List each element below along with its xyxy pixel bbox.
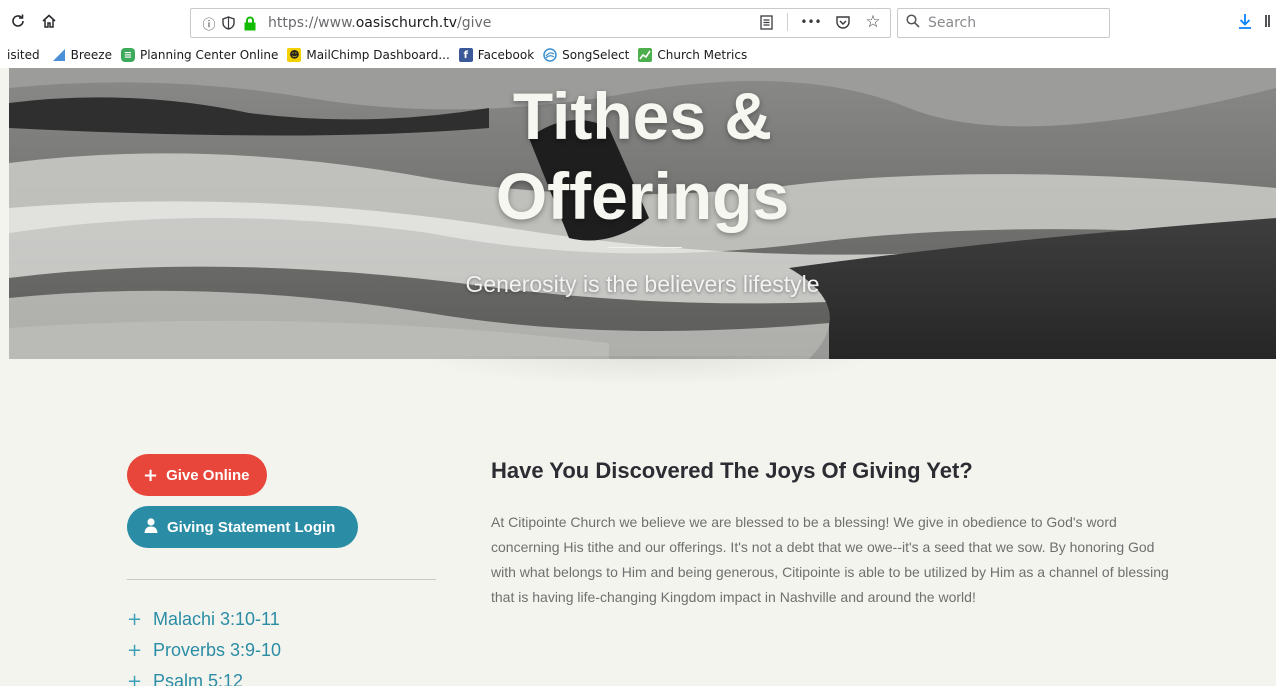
search-icon — [906, 14, 920, 32]
bookmark-church-metrics[interactable]: Church Metrics — [638, 48, 747, 62]
verse-item-proverbs[interactable]: + Proverbs 3:9-10 — [127, 635, 281, 666]
giving-statement-login-label: Giving Statement Login — [167, 518, 336, 536]
breeze-icon — [52, 48, 66, 62]
bookmark-label: isited — [7, 48, 40, 62]
hero-title-line-1: Tithes & — [512, 79, 773, 153]
downloads-icon[interactable] — [1233, 9, 1257, 33]
tracking-shield-icon[interactable] — [219, 14, 237, 32]
hero-title-line-2: Offerings — [495, 159, 790, 233]
giving-description: At Citipointe Church we believe we are b… — [491, 514, 1169, 605]
plus-icon: + — [143, 464, 159, 486]
bookmark-breeze[interactable]: Breeze — [52, 48, 112, 62]
reload-icon[interactable] — [6, 9, 30, 33]
mailchimp-icon: ☻ — [287, 48, 302, 62]
bookmark-label: MailChimp Dashboard... — [306, 48, 450, 62]
bookmark-facebook[interactable]: f Facebook — [458, 48, 535, 62]
give-online-button[interactable]: + Give Online — [127, 454, 267, 496]
search-input[interactable] — [928, 12, 1103, 34]
bookmark-label: Breeze — [70, 48, 112, 62]
url-text[interactable]: https://www.oasischurch.tv/give — [268, 15, 491, 31]
verse-label: Malachi 3:10-11 — [153, 609, 280, 629]
expand-plus-icon: + — [127, 609, 143, 630]
verse-list: + Malachi 3:10-11 + Proverbs 3:9-10 + Ps… — [127, 604, 281, 686]
bookmark-mailchimp[interactable]: ☻ MailChimp Dashboard... — [287, 48, 450, 62]
browser-toolbar: ⓘ https://www.oasischurch.tv/give ••• ☆ — [0, 0, 1276, 42]
church-metrics-icon — [638, 48, 653, 62]
page-actions-icon[interactable]: ••• — [800, 13, 822, 31]
expand-plus-icon: + — [127, 671, 143, 686]
bookmark-planning-center[interactable]: ≡ Planning Center Online — [120, 48, 279, 62]
bookmark-most-visited[interactable]: isited — [7, 48, 40, 62]
give-online-label: Give Online — [166, 466, 250, 484]
verse-item-psalm[interactable]: + Psalm 5:12 — [127, 666, 281, 686]
songselect-icon — [543, 48, 557, 62]
bookmark-songselect[interactable]: SongSelect — [543, 48, 629, 62]
info-icon[interactable]: ⓘ — [200, 14, 218, 33]
library-icon[interactable] — [1262, 9, 1276, 33]
verse-item-malachi[interactable]: + Malachi 3:10-11 — [127, 604, 281, 635]
reader-view-icon[interactable] — [757, 13, 775, 31]
bookmark-label: SongSelect — [562, 48, 630, 62]
facebook-icon: f — [458, 48, 473, 62]
verse-label: Proverbs 3:9-10 — [153, 640, 282, 660]
giving-statement-login-button[interactable]: Giving Statement Login — [127, 506, 358, 548]
bookmark-label: Planning Center Online — [139, 48, 279, 62]
sidebar-divider — [127, 579, 436, 580]
bookmark-label: Church Metrics — [657, 48, 748, 62]
lock-icon[interactable] — [241, 14, 259, 32]
verse-label: Psalm 5:12 — [153, 671, 244, 686]
planning-center-icon: ≡ — [120, 48, 135, 62]
user-icon — [143, 517, 159, 538]
url-bar[interactable]: ⓘ https://www.oasischurch.tv/give ••• ☆ — [190, 8, 891, 38]
bookmark-star-icon[interactable]: ☆ — [864, 12, 882, 32]
hero-divider — [608, 247, 682, 248]
bookmarks-bar: isited Breeze ≡ Planning Center Online ☻… — [0, 42, 1276, 68]
url-separator — [787, 13, 788, 31]
pocket-icon[interactable] — [834, 13, 852, 31]
search-bar[interactable] — [897, 8, 1110, 38]
hero-banner: Tithes & Offerings Generosity is the bel… — [9, 68, 1276, 359]
home-icon[interactable] — [37, 9, 61, 33]
hero-shadow — [410, 356, 880, 386]
section-heading: Have You Discovered The Joys Of Giving Y… — [491, 458, 973, 483]
expand-plus-icon: + — [127, 640, 143, 661]
bookmark-label: Facebook — [477, 48, 535, 62]
hero-subtitle: Generosity is the believers lifestyle — [465, 271, 820, 297]
